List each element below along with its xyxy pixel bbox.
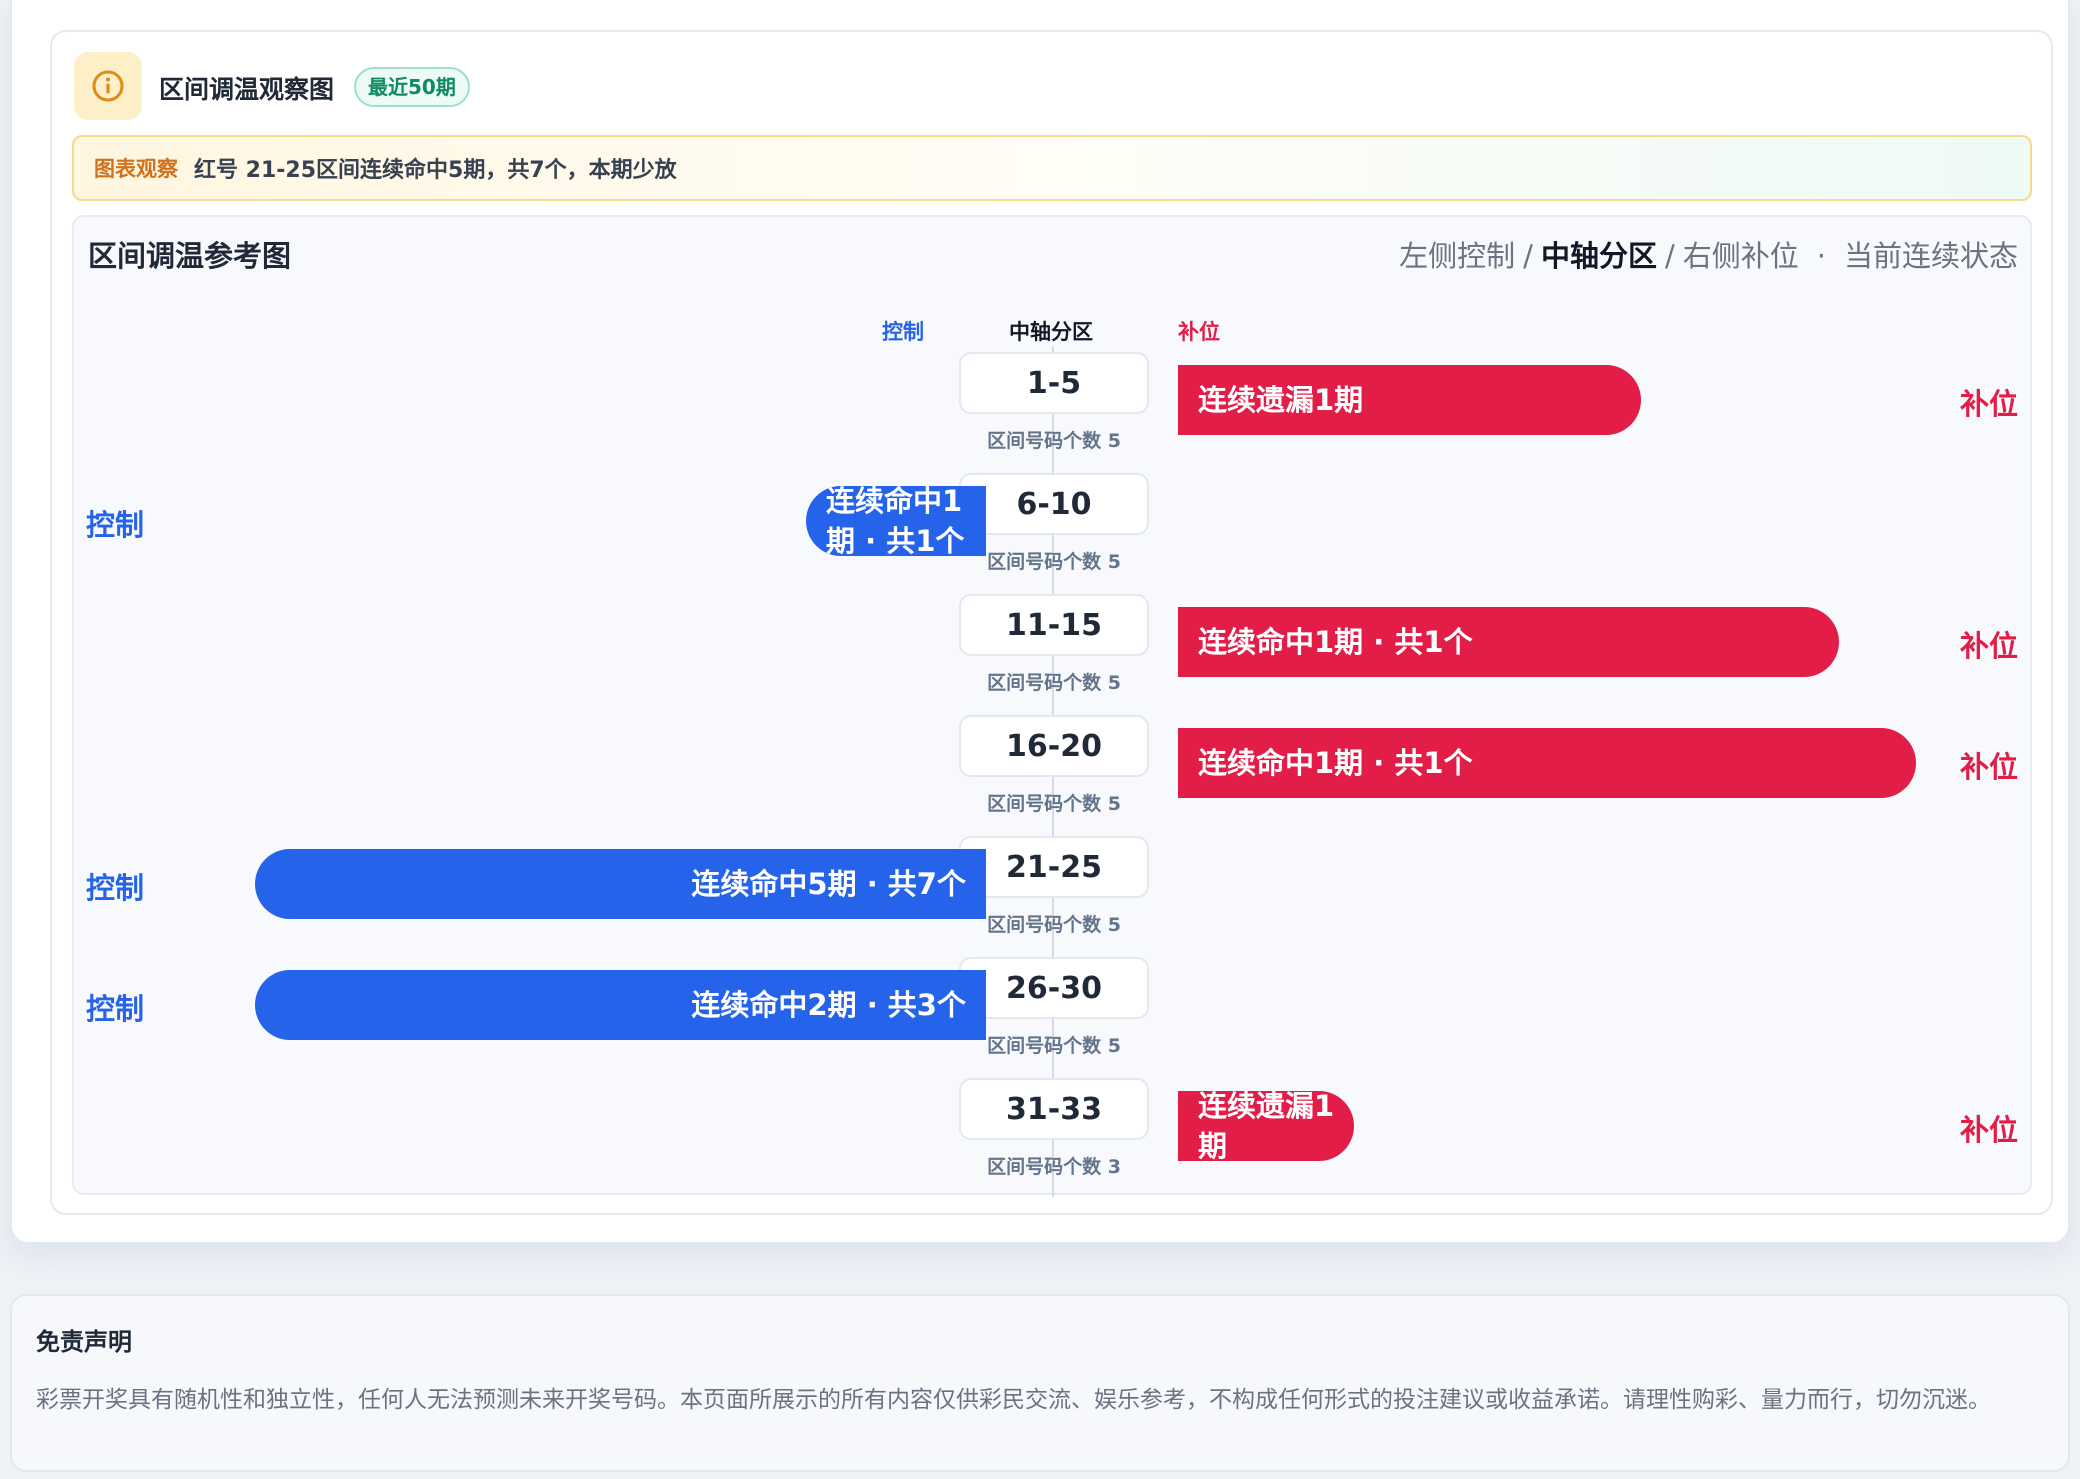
legend-separator: /	[1523, 239, 1533, 273]
panel-title: 区间调温观察图	[159, 75, 335, 104]
zone-count: 区间号码个数 5	[987, 793, 1121, 815]
control-side-label: 控制	[86, 871, 145, 905]
control-bar: 连续命中1期 · 共1个	[806, 486, 986, 556]
legend-left: 左侧控制	[1399, 239, 1516, 273]
info-icon	[74, 52, 142, 120]
zone-label: 26-30	[959, 957, 1149, 1019]
zone-temperature-panel: 区间调温观察图 最近50期 图表观察 红号 21-25区间连续命中5期，共7个，…	[50, 30, 2053, 1215]
legend-state: 当前连续状态	[1843, 239, 2018, 273]
observation-bar: 图表观察 红号 21-25区间连续命中5期，共7个，本期少放	[72, 135, 2032, 201]
fill-bar: 连续命中1期 · 共1个	[1178, 728, 1916, 798]
fill-bar: 连续命中1期 · 共1个	[1178, 607, 1839, 677]
legend-dot: ·	[1816, 239, 1826, 273]
fill-side-label: 补位	[1959, 629, 2018, 663]
zone-chart: 区间调温参考图 左侧控制 / 中轴分区 / 右侧补位 · 当前连续状态 控制 中…	[72, 215, 2032, 1197]
zone-label: 11-15	[959, 594, 1149, 656]
control-side-label: 控制	[86, 992, 145, 1026]
disclaimer: 免责声明 彩票开奖具有随机性和独立性，任何人无法预测未来开奖号码。本页面所展示的…	[10, 1294, 2070, 1472]
zone-count: 区间号码个数 5	[987, 430, 1121, 452]
zone-label: 6-10	[959, 473, 1149, 535]
zone-count: 区间号码个数 3	[987, 1156, 1121, 1178]
control-side-label: 控制	[86, 508, 145, 542]
chart-heading: 区间调温参考图	[88, 239, 292, 273]
column-head-control: 控制	[882, 320, 924, 344]
zone-label: 1-5	[959, 352, 1149, 414]
column-head-fill: 补位	[1178, 320, 1220, 344]
column-head-axis: 中轴分区	[1009, 320, 1093, 344]
legend-middle: 中轴分区	[1540, 239, 1657, 273]
legend-right: 右侧补位	[1682, 239, 1799, 273]
disclaimer-text: 彩票开奖具有随机性和独立性，任何人无法预测未来开奖号码。本页面所展示的所有内容仅…	[36, 1387, 1991, 1413]
control-bar: 连续命中5期 · 共7个	[255, 849, 986, 919]
observation-text: 红号 21-25区间连续命中5期，共7个，本期少放	[194, 158, 677, 183]
fill-bar: 连续遗漏1期	[1178, 1091, 1354, 1161]
chart-legend: 左侧控制 / 中轴分区 / 右侧补位 · 当前连续状态	[1399, 233, 2018, 275]
zone-label: 31-33	[959, 1078, 1149, 1140]
fill-side-label: 补位	[1959, 1113, 2018, 1147]
period-badge: 最近50期	[354, 67, 470, 107]
zone-count: 区间号码个数 5	[987, 672, 1121, 694]
legend-separator: /	[1664, 239, 1675, 273]
zone-label: 21-25	[959, 836, 1149, 898]
control-bar: 连续命中2期 · 共3个	[255, 970, 986, 1040]
zone-label: 16-20	[959, 715, 1149, 777]
observation-label: 图表观察	[94, 157, 178, 181]
fill-side-label: 补位	[1959, 750, 2018, 784]
observation-card: 区间调温观察图 最近50期 图表观察 红号 21-25区间连续命中5期，共7个，…	[10, 0, 2070, 1244]
fill-side-label: 补位	[1959, 387, 2018, 421]
fill-bar: 连续遗漏1期	[1178, 365, 1641, 435]
disclaimer-title: 免责声明	[36, 1328, 132, 1356]
